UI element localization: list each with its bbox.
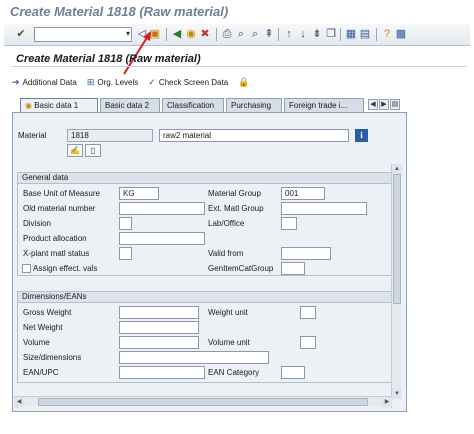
size-dimensions-field[interactable] <box>119 351 269 364</box>
tab-scroll-left-icon[interactable]: ◀ <box>368 99 378 110</box>
vertical-scrollbar[interactable]: ▲ ▼ <box>391 164 402 399</box>
exit-icon[interactable]: ◉ <box>184 27 198 41</box>
tab-content-panel: Material 1818 raw2 material i ✍ ▯ Genera… <box>12 112 407 412</box>
new-session-icon[interactable]: ❐ <box>324 27 338 41</box>
product-allocation-label: Product allocation <box>23 234 87 243</box>
ean-upc-label: EAN/UPC <box>23 368 59 377</box>
base-uom-field[interactable]: KG <box>119 187 159 200</box>
weight-unit-field[interactable] <box>300 306 316 319</box>
ext-matl-group-field[interactable] <box>281 202 367 215</box>
check-icon: ✓ <box>148 76 156 87</box>
scroll-right-icon[interactable]: ▶ <box>382 397 392 407</box>
material-group-field[interactable]: 001 <box>281 187 325 200</box>
general-data-header: General data <box>18 173 391 184</box>
print-icon[interactable]: ⎙ <box>220 27 234 41</box>
volume-unit-label: Volume unit <box>208 338 250 347</box>
scroll-up-icon[interactable]: ▲ <box>392 164 402 174</box>
net-weight-label: Net Weight <box>23 323 63 332</box>
scroll-down-icon[interactable]: ▼ <box>392 389 402 399</box>
language-text-icon[interactable]: ✍ <box>67 144 83 157</box>
org-levels-button[interactable]: ⊞ Org. Levels <box>87 77 138 88</box>
old-material-number-field[interactable] <box>119 202 205 215</box>
volume-unit-field[interactable] <box>300 336 316 349</box>
last-page-icon[interactable]: ⇟ <box>310 27 324 41</box>
application-toolbar: ➔ Additional Data ⊞ Org. Levels ✓ Check … <box>12 74 249 90</box>
command-field[interactable]: ▾ <box>34 27 132 42</box>
net-weight-field[interactable] <box>119 321 199 334</box>
division-field[interactable] <box>119 217 132 230</box>
check-screen-data-button[interactable]: ✓ Check Screen Data <box>148 77 228 88</box>
layout-menu-icon[interactable]: ▤ <box>358 27 372 41</box>
gross-weight-label: Gross Weight <box>23 308 72 317</box>
screen-title: Create Material 1818 (Raw material) <box>16 53 201 65</box>
lock-icon: 🔒 <box>238 76 250 87</box>
lock-button[interactable]: 🔒 <box>238 77 249 88</box>
scroll-left-icon[interactable]: ◀ <box>14 397 24 407</box>
material-number-field: 1818 <box>67 129 153 142</box>
valid-from-label: Valid from <box>208 249 244 258</box>
division-label: Division <box>23 219 52 228</box>
material-group-label: Material Group <box>208 189 261 198</box>
ean-category-field[interactable] <box>281 366 305 379</box>
previous-page-icon[interactable]: ↑ <box>282 27 296 41</box>
back-icon[interactable]: ◀ <box>170 27 184 41</box>
xplant-matl-status-field[interactable] <box>119 247 132 260</box>
tab-basic-data-2[interactable]: Basic data 2 <box>100 98 160 112</box>
window-title: Create Material 1818 (Raw material) <box>10 4 229 19</box>
org-structure-icon: ⊞ <box>86 76 95 87</box>
tab-basic-data-1[interactable]: ◉ Basic data 1 <box>20 98 98 112</box>
old-material-number-label: Old material number <box>23 204 96 213</box>
enter-check-icon[interactable]: ✔ <box>14 27 28 41</box>
customize-layout-icon[interactable]: ▩ <box>394 27 408 41</box>
tab-list-icon[interactable]: ▤ <box>390 99 400 110</box>
material-label: Material <box>18 131 47 140</box>
product-allocation-field[interactable] <box>119 232 205 245</box>
dimensions-eans-header: Dimensions/EANs <box>18 292 391 303</box>
additional-data-button[interactable]: ➔ Additional Data <box>12 77 77 88</box>
ext-matl-group-label: Ext. Matl Group <box>208 204 264 213</box>
xplant-matl-status-label: X-plant matl status <box>23 249 90 258</box>
cancel-icon[interactable]: ✖ <box>198 27 212 41</box>
gen-item-cat-group-label: GenItemCatGroup <box>208 264 274 273</box>
tab-scroll-right-icon[interactable]: ▶ <box>379 99 389 110</box>
material-description-field[interactable]: raw2 material <box>159 129 349 142</box>
gen-item-cat-group-field[interactable] <box>281 262 305 275</box>
ean-category-label: EAN Category <box>208 368 260 377</box>
create-shortcut-icon[interactable]: ▦ <box>344 27 358 41</box>
horizontal-scroll-thumb[interactable] <box>38 398 368 406</box>
vertical-scroll-thumb[interactable] <box>393 174 401 304</box>
general-data-group: General data Base Unit of Measure KG Mat… <box>17 172 392 276</box>
dimensions-eans-group: Dimensions/EANs Gross Weight Weight unit… <box>17 291 392 383</box>
size-dimensions-label: Size/dimensions <box>23 353 82 362</box>
first-page-icon[interactable]: ⇞ <box>262 27 276 41</box>
lab-office-field[interactable] <box>281 217 297 230</box>
ean-upc-field[interactable] <box>119 366 205 379</box>
tab-foreign-trade[interactable]: Foreign trade i... <box>284 98 364 112</box>
valid-from-field[interactable] <box>281 247 331 260</box>
long-text-icon[interactable]: ▯ <box>85 144 101 157</box>
assign-effect-vals-label: Assign effect. vals <box>33 264 98 273</box>
assign-effect-vals-checkbox[interactable] <box>22 264 31 273</box>
horizontal-scrollbar[interactable]: ◀ ▶ <box>14 396 392 407</box>
lab-office-label: Lab/Office <box>208 219 245 228</box>
title-divider <box>12 66 467 67</box>
volume-field[interactable] <box>119 336 199 349</box>
tab-purchasing[interactable]: Purchasing <box>226 98 282 112</box>
info-icon[interactable]: i <box>355 129 368 142</box>
arrow-right-icon: ➔ <box>12 76 20 87</box>
find-next-icon[interactable]: ⌕ <box>248 27 262 41</box>
help-icon[interactable]: ? <box>380 27 394 41</box>
standard-toolbar: ✔ ▾ ◁ ▣ ◀ ◉ ✖ ⎙ ⌕ ⌕ ⇞ ↑ ↓ ⇟ ❐ ▦ ▤ ? ▩ <box>4 24 470 46</box>
weight-unit-label: Weight unit <box>208 308 248 317</box>
tab-strip: ◉ Basic data 1 Basic data 2 Classificati… <box>12 98 466 112</box>
volume-label: Volume <box>23 338 50 347</box>
base-uom-label: Base Unit of Measure <box>23 189 100 198</box>
gross-weight-field[interactable] <box>119 306 199 319</box>
tab-classification[interactable]: Classification <box>162 98 224 112</box>
next-page-icon[interactable]: ↓ <box>296 27 310 41</box>
find-icon[interactable]: ⌕ <box>234 27 248 41</box>
material-icon: ◉ <box>25 101 32 110</box>
